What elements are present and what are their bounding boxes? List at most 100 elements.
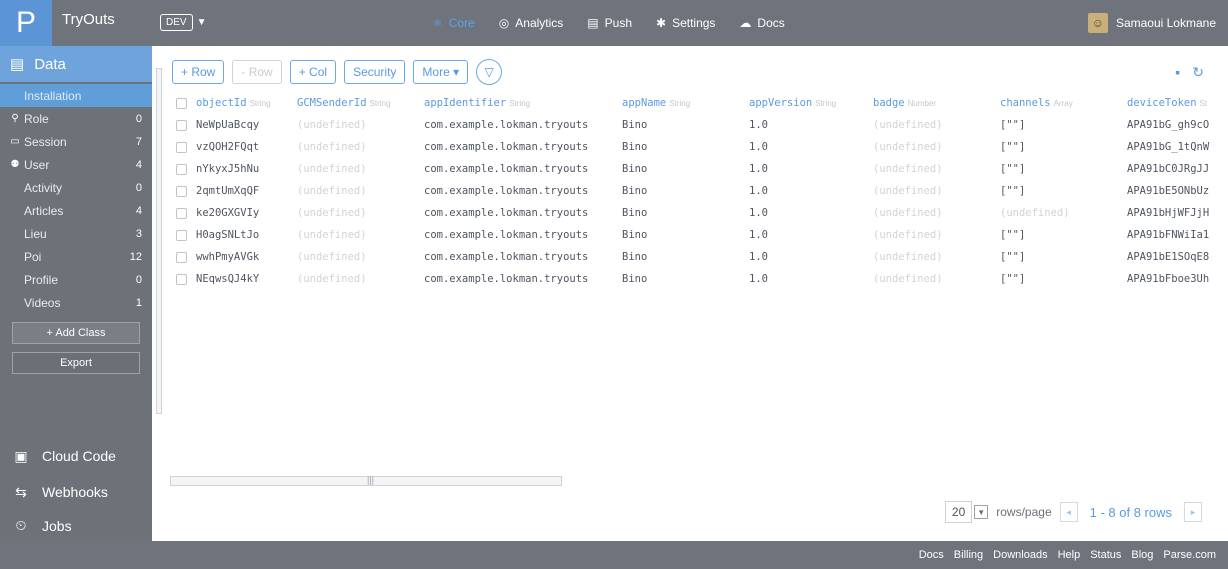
table-cell[interactable]: [""] [996,229,1123,241]
checkbox[interactable] [176,251,187,263]
class-item-lieu[interactable]: Lieu 3 [0,222,152,245]
footer-link-parse[interactable]: Parse.com [1163,549,1216,561]
column-header[interactable]: badge Number [869,97,996,109]
table-cell[interactable]: 1.0 [745,163,869,175]
class-item-role[interactable]: ⚲ Role 0 [0,107,152,130]
row-checkbox[interactable] [168,207,192,219]
table-cell[interactable]: [""] [996,185,1123,197]
rows-per-page-select[interactable]: 20 ▼ [944,501,989,523]
row-checkbox[interactable] [168,273,192,285]
scrollbar-thumb[interactable] [156,68,162,414]
environment-select[interactable]: DEV ▼ [160,11,206,33]
row-checkbox[interactable] [168,251,192,263]
table-cell[interactable]: (undefined) [869,141,996,153]
checkbox[interactable] [176,141,187,153]
add-class-button[interactable]: + Add Class [12,322,140,344]
footer-link-downloads[interactable]: Downloads [993,549,1047,561]
sidebar-cloud-code[interactable]: ▣ Cloud Code [0,438,152,474]
row-checkbox[interactable] [168,119,192,131]
footer-link-help[interactable]: Help [1058,549,1081,561]
column-header[interactable]: channels Array [996,97,1123,109]
table-cell[interactable]: 1.0 [745,251,869,263]
checkbox[interactable] [176,207,187,219]
table-cell[interactable]: APA91bE1SOqE8 [1123,251,1228,263]
table-cell[interactable]: (undefined) [293,163,420,175]
table-cell[interactable]: com.example.lokman.tryouts [420,141,618,153]
nav-core[interactable]: ⚛ Core [420,0,487,46]
table-cell[interactable]: (undefined) [869,163,996,175]
table-row[interactable]: 2qmtUmXqQF (undefined) com.example.lokman.… [168,180,1228,202]
table-cell[interactable]: 1.0 [745,207,869,219]
horizontal-scrollbar[interactable]: ||| [170,475,562,486]
select-all-checkbox[interactable] [168,97,192,109]
more-button[interactable]: More ▾ [413,60,469,84]
nav-docs[interactable]: ☁ Docs [727,0,796,46]
table-row[interactable]: nYkyxJ5hNu (undefined) com.example.lokman.… [168,158,1228,180]
table-cell[interactable]: [""] [996,163,1123,175]
vertical-scrollbar[interactable] [154,56,164,526]
table-cell[interactable]: NEqwsQJ4kY [192,273,293,285]
table-cell[interactable]: (undefined) [293,229,420,241]
table-cell[interactable]: (undefined) [293,251,420,263]
table-cell[interactable]: Bino [618,163,745,175]
footer-link-docs[interactable]: Docs [919,549,944,561]
table-cell[interactable]: APA91bG_gh9cO [1123,119,1228,131]
footer-link-blog[interactable]: Blog [1131,549,1153,561]
table-cell[interactable]: APA91bG_1tQnW [1123,141,1228,153]
table-cell[interactable]: (undefined) [869,119,996,131]
table-cell[interactable]: (undefined) [869,185,996,197]
nav-settings[interactable]: ✱ Settings [644,0,727,46]
class-item-activity[interactable]: Activity 0 [0,176,152,199]
row-checkbox[interactable] [168,229,192,241]
class-item-videos[interactable]: Videos 1 [0,291,152,314]
class-item-user[interactable]: ⚉ User 4 [0,153,152,176]
table-row[interactable]: ke20GXGVIy (undefined) com.example.lokman.… [168,202,1228,224]
table-cell[interactable]: com.example.lokman.tryouts [420,229,618,241]
row-checkbox[interactable] [168,185,192,197]
table-cell[interactable]: H0agSNLtJo [192,229,293,241]
table-cell[interactable]: Bino [618,185,745,197]
delete-row-button[interactable]: - Row [232,60,282,84]
table-cell[interactable]: (undefined) [996,207,1123,219]
checkbox[interactable] [176,163,187,175]
table-cell[interactable]: (undefined) [869,207,996,219]
row-checkbox[interactable] [168,163,192,175]
table-row[interactable]: H0agSNLtJo (undefined) com.example.lokman.… [168,224,1228,246]
table-cell[interactable]: (undefined) [869,273,996,285]
sidebar-data-header[interactable]: ▤ Data [0,46,152,82]
column-header[interactable]: appIdentifier String [420,97,618,109]
table-cell[interactable]: 2qmtUmXqQF [192,185,293,197]
table-cell[interactable]: 1.0 [745,273,869,285]
table-cell[interactable]: com.example.lokman.tryouts [420,119,618,131]
checkbox[interactable] [176,273,187,285]
checkbox[interactable] [176,229,187,241]
table-cell[interactable]: (undefined) [869,229,996,241]
table-cell[interactable]: 1.0 [745,141,869,153]
table-cell[interactable]: (undefined) [293,207,420,219]
row-checkbox[interactable] [168,141,192,153]
prev-page-button[interactable]: ◂ [1059,502,1078,522]
sidebar-jobs[interactable]: ⏲ Jobs [0,510,152,541]
table-cell[interactable]: Bino [618,273,745,285]
table-cell[interactable]: Bino [618,119,745,131]
checkbox[interactable] [176,97,187,109]
security-button[interactable]: Security [344,60,406,84]
column-header[interactable]: GCMSenderId String [293,97,420,109]
table-cell[interactable]: 1.0 [745,185,869,197]
column-header[interactable]: deviceToken St [1123,97,1228,109]
app-name[interactable]: TryOuts [62,11,115,28]
table-cell[interactable]: Bino [618,229,745,241]
refresh-icon[interactable]: ↻ [1192,64,1204,81]
table-cell[interactable]: (undefined) [293,119,420,131]
table-row[interactable]: wwhPmyAVGk (undefined) com.example.lokman.… [168,246,1228,268]
table-row[interactable]: NeWpUaBcqy (undefined) com.example.lokman.… [168,114,1228,136]
table-cell[interactable]: vzQOH2FQqt [192,141,293,153]
table-cell[interactable]: nYkyxJ5hNu [192,163,293,175]
table-cell[interactable]: [""] [996,251,1123,263]
table-cell[interactable]: (undefined) [293,185,420,197]
nav-analytics[interactable]: ◎ Analytics [487,0,576,46]
class-item-profile[interactable]: Profile 0 [0,268,152,291]
save-icon[interactable]: ▪ [1175,64,1180,81]
table-row[interactable]: vzQOH2FQqt (undefined) com.example.lokman.… [168,136,1228,158]
table-cell[interactable]: 1.0 [745,229,869,241]
